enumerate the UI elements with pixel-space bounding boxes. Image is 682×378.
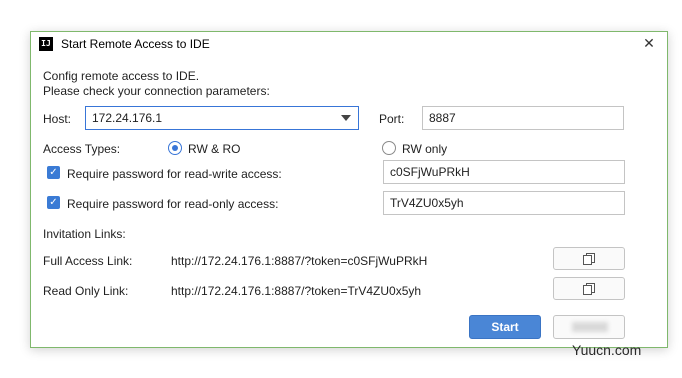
close-icon[interactable]: ✕ (641, 35, 657, 51)
radio-rw-only-label[interactable]: RW only (402, 142, 447, 156)
host-value: 172.24.176.1 (92, 111, 163, 125)
chevron-down-icon[interactable] (341, 115, 351, 121)
port-value: 8887 (429, 111, 456, 125)
start-button[interactable]: Start (469, 315, 541, 339)
rw-password-field[interactable]: c0SFjWuPRkH (383, 160, 625, 184)
host-combobox[interactable]: 172.24.176.1 (85, 106, 359, 130)
rw-password-checkbox[interactable]: ✓ (47, 166, 60, 179)
watermark: Yuucn.com (572, 342, 642, 358)
rw-password-value: c0SFjWuPRkH (390, 165, 470, 179)
radio-rw-ro[interactable] (168, 141, 182, 155)
rw-password-label: Require password for read-write access: (67, 167, 282, 181)
read-only-link[interactable]: http://172.24.176.1:8887/?token=TrV4ZU0x… (171, 284, 421, 298)
port-field[interactable]: 8887 (422, 106, 624, 130)
intro-line-1: Config remote access to IDE. (43, 69, 200, 83)
copy-icon (583, 253, 595, 265)
copy-read-only-link-button[interactable] (553, 277, 625, 300)
ro-password-value: TrV4ZU0x5yh (390, 196, 464, 210)
invitation-heading: Invitation Links: (43, 227, 126, 241)
radio-rw-ro-label[interactable]: RW & RO (188, 142, 240, 156)
port-label: Port: (379, 112, 405, 126)
radio-rw-only[interactable] (382, 141, 396, 155)
access-types-label: Access Types: (43, 142, 121, 156)
ro-password-label: Require password for read-only access: (67, 197, 279, 211)
read-only-label: Read Only Link: (43, 284, 129, 298)
copy-full-link-button[interactable] (553, 247, 625, 270)
dialog-title: Start Remote Access to IDE (61, 37, 210, 51)
full-access-link[interactable]: http://172.24.176.1:8887/?token=c0SFjWuP… (171, 254, 427, 268)
intellij-icon: IJ (39, 37, 53, 51)
cancel-button[interactable] (553, 315, 625, 339)
remote-access-dialog: IJ Start Remote Access to IDE ✕ Config r… (30, 31, 668, 348)
ro-password-field[interactable]: TrV4ZU0x5yh (383, 191, 625, 215)
ro-password-checkbox[interactable]: ✓ (47, 196, 60, 209)
blurred-label (572, 322, 608, 332)
host-label: Host: (43, 112, 72, 126)
full-access-label: Full Access Link: (43, 254, 133, 268)
intro-line-2: Please check your connection parameters: (43, 84, 270, 98)
copy-icon (583, 283, 595, 295)
